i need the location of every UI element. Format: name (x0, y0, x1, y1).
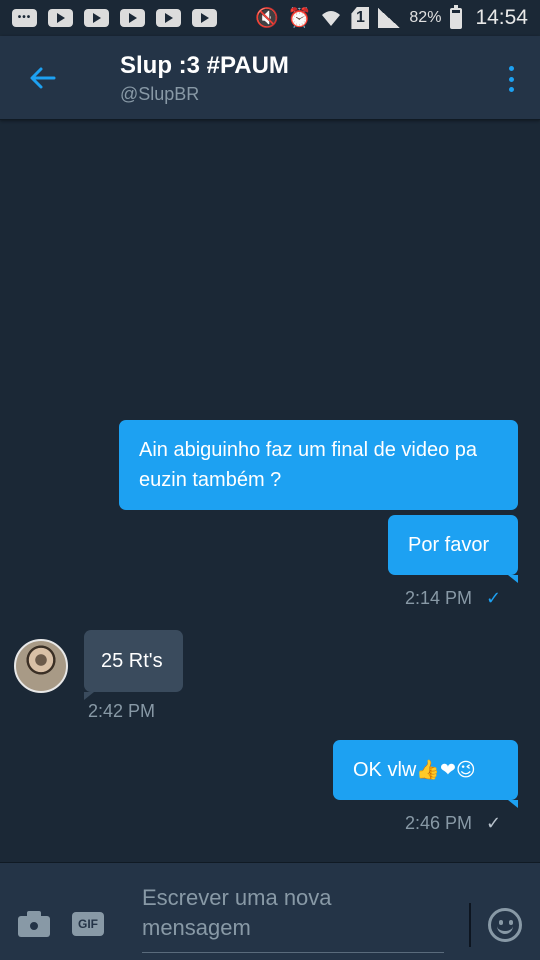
menu-dot (508, 87, 514, 92)
message-input[interactable]: Escrever uma nova mensagem (142, 879, 444, 953)
battery-icon (450, 4, 463, 29)
messages-notification-icon: ••• (12, 9, 37, 27)
youtube-notification-icon (48, 9, 73, 27)
message-emojis: 👍❤😉 (416, 759, 476, 781)
message-bubble-incoming[interactable]: 25 Rt's (84, 630, 183, 700)
status-bar: ••• 🔇 ⏰ 1 82% 14:54 (0, 0, 540, 36)
menu-dot (508, 76, 514, 82)
more-vertical-icon (508, 66, 514, 71)
alarm-icon: ⏰ (287, 7, 312, 29)
notification-icons: ••• (12, 9, 217, 27)
signal-icon (378, 8, 401, 28)
message-bubble-outgoing[interactable]: OK vlw👍❤😉 (333, 740, 518, 808)
message-bubble-outgoing[interactable]: Por favor (388, 515, 518, 583)
message-meta: 2:14 PM ✓ (405, 588, 501, 609)
sim-slot-label: 1 (355, 9, 365, 26)
mute-icon: 🔇 (255, 7, 279, 29)
message-text: 25 Rt's (101, 650, 163, 672)
message-text: OK vlw (353, 759, 417, 781)
clock: 14:54 (475, 6, 528, 29)
conversation-handle: @SlupBR (120, 84, 200, 104)
gif-icon: GIF (78, 917, 98, 931)
battery-percent: 82% (409, 9, 442, 26)
message-time: 2:46 PM (405, 813, 473, 833)
emoji-mouth (497, 925, 513, 934)
camera-lens (27, 919, 41, 933)
message-input-placeholder: Escrever uma nova mensagem (142, 885, 332, 940)
conversation-title[interactable]: Slup :3 #PAUM (120, 52, 289, 80)
message-meta: 2:46 PM ✓ (405, 813, 501, 834)
youtube-notification-icon (192, 9, 217, 27)
gif-button[interactable]: GIF (72, 912, 104, 936)
conversation-header: Slup :3 #PAUM @SlupBR (0, 36, 540, 120)
youtube-notification-icon (156, 9, 181, 27)
message-text: Por favor (408, 534, 490, 556)
message-composer: GIF Escrever uma nova mensagem (0, 862, 540, 960)
divider (469, 903, 471, 947)
more-options-button[interactable] (504, 66, 518, 92)
message-text: Ain abiguinho faz um final de video pa e… (139, 439, 478, 491)
youtube-notification-icon (120, 9, 145, 27)
system-icons: 🔇 ⏰ 1 82% 14:54 (255, 0, 528, 36)
message-time: 2:14 PM (405, 588, 473, 608)
youtube-notification-icon (84, 9, 109, 27)
message-bubble-outgoing[interactable]: Ain abiguinho faz um final de video pa e… (119, 420, 518, 510)
sim-icon: 1 (351, 7, 370, 29)
emoji-button[interactable] (488, 908, 522, 942)
avatar[interactable] (14, 639, 68, 693)
message-meta: 2:42 PM (88, 701, 155, 722)
wifi-icon (322, 11, 341, 26)
back-button[interactable] (24, 60, 60, 96)
back-arrow-icon (30, 67, 56, 89)
message-time: 2:42 PM (88, 701, 156, 721)
camera-button[interactable] (18, 911, 50, 937)
check-icon: ✓ (486, 813, 502, 833)
check-icon: ✓ (486, 588, 502, 608)
